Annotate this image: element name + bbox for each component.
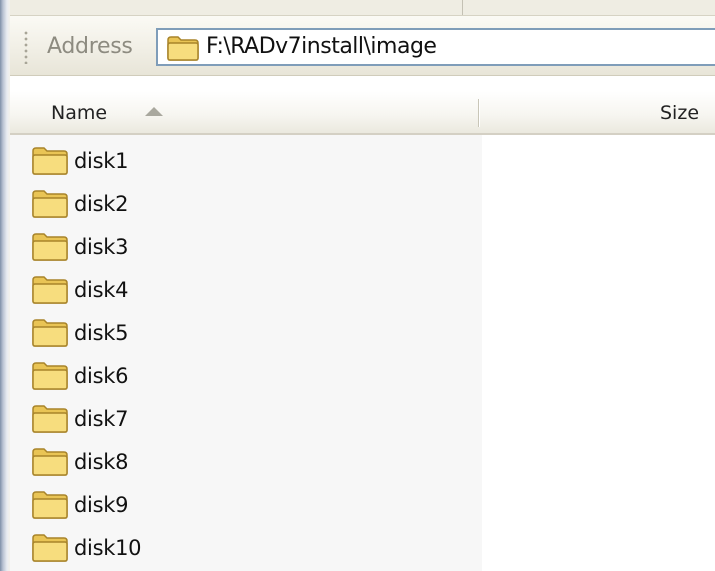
item-label: disk6 <box>74 364 129 388</box>
file-list: disk1 disk2 disk3 disk4 disk5 disk6 disk… <box>10 140 710 570</box>
item-label: disk9 <box>74 493 129 517</box>
item-label: disk7 <box>74 407 129 431</box>
item-label: disk2 <box>74 192 129 216</box>
column-header-name[interactable]: Name <box>51 91 107 135</box>
item-label: disk4 <box>74 278 129 302</box>
item-label: disk8 <box>74 450 129 474</box>
folder-icon <box>31 274 69 304</box>
folder-icon <box>31 317 69 347</box>
folder-icon <box>31 446 69 476</box>
item-label: disk10 <box>74 536 142 560</box>
explorer-window: Address F:\RADv7install\image Name Size … <box>0 0 715 571</box>
folder-icon <box>31 231 69 261</box>
list-item[interactable]: disk1 <box>10 140 710 183</box>
folder-icon <box>31 532 69 562</box>
window-left-border <box>0 0 10 571</box>
folder-icon <box>166 35 200 61</box>
folder-icon <box>31 403 69 433</box>
folder-icon <box>31 360 69 390</box>
folder-icon <box>31 145 69 175</box>
list-item[interactable]: disk7 <box>10 398 710 441</box>
list-item[interactable]: disk2 <box>10 183 710 226</box>
list-item[interactable]: disk9 <box>10 484 710 527</box>
sort-ascending-icon <box>145 107 163 116</box>
address-label: Address <box>47 34 133 59</box>
toolbar-grip-handle[interactable] <box>24 30 28 64</box>
column-header-size[interactable]: Size <box>660 91 699 135</box>
address-bar: Address F:\RADv7install\image <box>10 16 715 76</box>
item-label: disk5 <box>74 321 129 345</box>
list-item[interactable]: disk4 <box>10 269 710 312</box>
item-label: disk3 <box>74 235 129 259</box>
folder-icon <box>31 489 69 519</box>
folder-icon <box>31 188 69 218</box>
toolbar-strip <box>10 0 715 16</box>
list-item[interactable]: disk8 <box>10 441 710 484</box>
list-header: Name Size <box>10 91 715 135</box>
list-item[interactable]: disk5 <box>10 312 710 355</box>
list-item[interactable]: disk10 <box>10 527 710 570</box>
address-field[interactable]: F:\RADv7install\image <box>156 28 715 66</box>
column-resize-handle[interactable] <box>478 99 480 127</box>
item-label: disk1 <box>74 149 129 173</box>
list-item[interactable]: disk3 <box>10 226 710 269</box>
list-item[interactable]: disk6 <box>10 355 710 398</box>
address-path-text: F:\RADv7install\image <box>206 34 437 59</box>
toolbar-separator <box>462 0 463 15</box>
